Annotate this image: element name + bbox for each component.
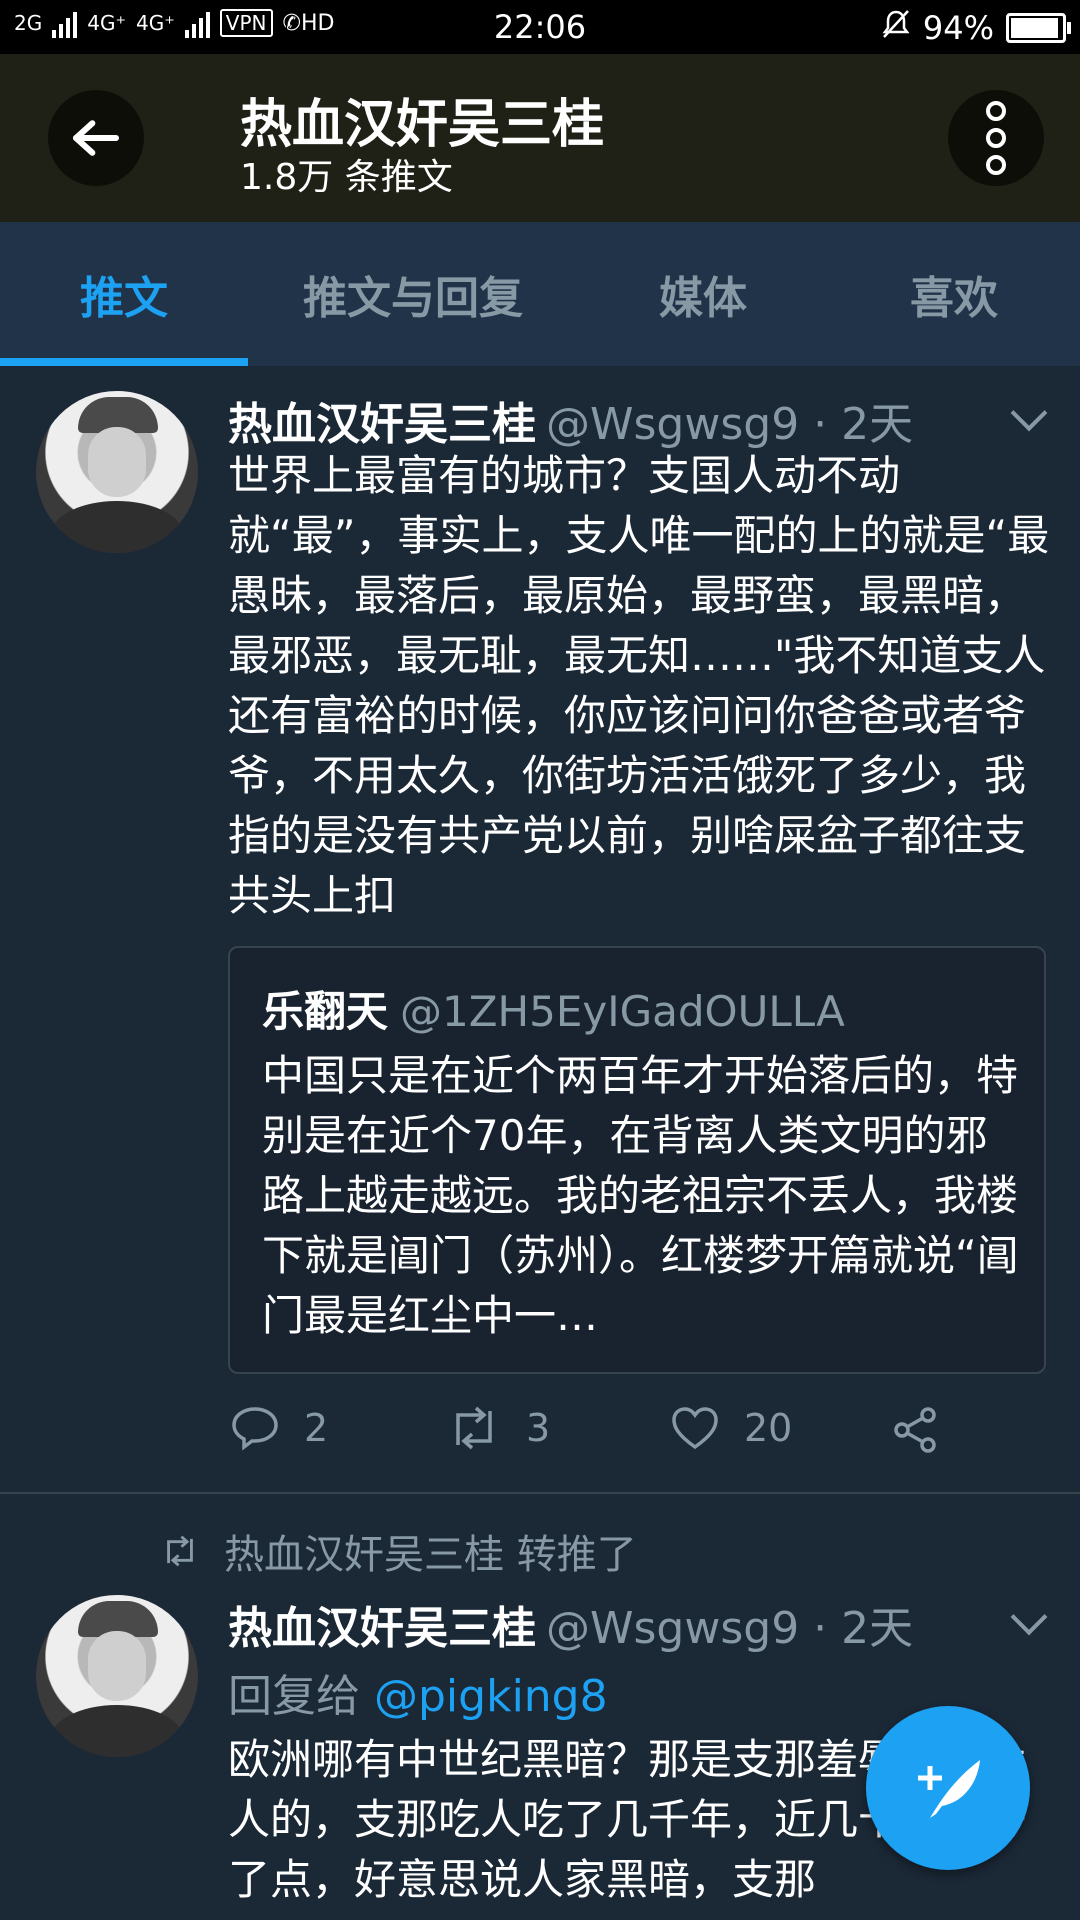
tweet-author-name[interactable]: 热血汉奸吴三桂: [228, 399, 536, 450]
status-right: 94%: [881, 8, 1071, 48]
tweet-author-name-2[interactable]: 热血汉奸吴三桂: [228, 1603, 536, 1654]
tweet-text: 世界上最富有的城市？支国人动不动就“最”，事实上，支人唯一配的上的就是“最愚昧，…: [228, 451, 1050, 920]
reply-to-line: 回复给 @pigking8: [228, 1660, 608, 1724]
quoted-author-name: 乐翻天: [262, 987, 389, 1036]
back-arrow-icon: [71, 118, 121, 158]
back-button[interactable]: [48, 90, 144, 186]
reply-button[interactable]: 2: [230, 1405, 328, 1451]
tweet-actions: 2 3 20: [0, 1405, 1080, 1465]
tab-likes[interactable]: 喜欢: [828, 222, 1080, 366]
status-bar: 2G 4G⁺ 4G⁺ VPN ✆HD 22:06 94%: [0, 0, 1080, 54]
compose-tweet-button[interactable]: [866, 1706, 1030, 1870]
compose-feather-icon: [918, 1760, 980, 1818]
avatar-2[interactable]: [36, 1595, 198, 1757]
vertical-dots-icon: [986, 101, 1006, 175]
battery-percent: 94%: [922, 9, 994, 47]
tweet-header: 热血汉奸吴三桂 @Wsgwsg9 · 2天: [228, 388, 913, 452]
retweeted-by-row: 热血汉奸吴三桂 转推了: [160, 1522, 637, 1580]
tweet-count: 1.8万 条推文: [240, 157, 453, 198]
chevron-down-icon[interactable]: [1010, 394, 1048, 432]
bell-muted-icon: [881, 8, 911, 48]
quoted-tweet[interactable]: 乐翻天 @1ZH5EyIGadOULLA 中国只是在近个两百年才开始落后的，特别是…: [228, 946, 1046, 1374]
tweet-author-handle-2: @Wsgwsg9 · 2天: [546, 1603, 914, 1654]
reply-mention-link[interactable]: @pigking8: [374, 1671, 608, 1722]
retweet-button[interactable]: 3: [446, 1405, 550, 1451]
tab-tweets-and-replies[interactable]: 推文与回复: [248, 222, 578, 366]
heart-icon: [672, 1407, 718, 1450]
retweeted-by-text: 热血汉奸吴三桂 转推了: [224, 1532, 637, 1578]
chevron-down-icon-2[interactable]: [1010, 1598, 1048, 1636]
like-count: 20: [744, 1406, 793, 1450]
tweet-divider: [0, 1492, 1080, 1494]
active-tab-indicator: [0, 358, 248, 366]
share-button[interactable]: [890, 1405, 940, 1455]
reply-to-prefix: 回复给: [228, 1671, 360, 1722]
reply-icon: [232, 1407, 278, 1451]
quoted-tweet-header: 乐翻天 @1ZH5EyIGadOULLA: [262, 978, 845, 1039]
avatar[interactable]: [36, 391, 198, 553]
profile-name-title: 热血汉奸吴三桂: [240, 95, 605, 155]
retweet-small-icon: [167, 1535, 193, 1567]
like-button[interactable]: 20: [670, 1405, 792, 1451]
retweet-icon: [456, 1406, 492, 1450]
quoted-tweet-text: 中国只是在近个两百年才开始落后的，特别是在近个70年，在背离人类文明的邪路上越走…: [262, 1051, 1019, 1340]
reply-count: 2: [304, 1406, 329, 1450]
profile-tabs: 推文 推文与回复 媒体 喜欢: [0, 222, 1080, 366]
more-options-button[interactable]: [948, 90, 1044, 186]
battery-fill: [1011, 18, 1058, 38]
profile-header: 热血汉奸吴三桂 1.8万 条推文: [0, 54, 1080, 222]
tweet-header-2: 热血汉奸吴三桂 @Wsgwsg9 · 2天: [228, 1592, 913, 1656]
tweet-author-handle: @Wsgwsg9 · 2天: [546, 399, 914, 450]
quoted-author-handle: @1ZH5EyIGadOULLA: [400, 987, 845, 1036]
battery-icon: [1006, 13, 1071, 43]
retweet-count: 3: [526, 1406, 551, 1450]
share-icon: [894, 1407, 936, 1453]
tab-tweets[interactable]: 推文: [0, 222, 248, 366]
tab-media[interactable]: 媒体: [578, 222, 828, 366]
